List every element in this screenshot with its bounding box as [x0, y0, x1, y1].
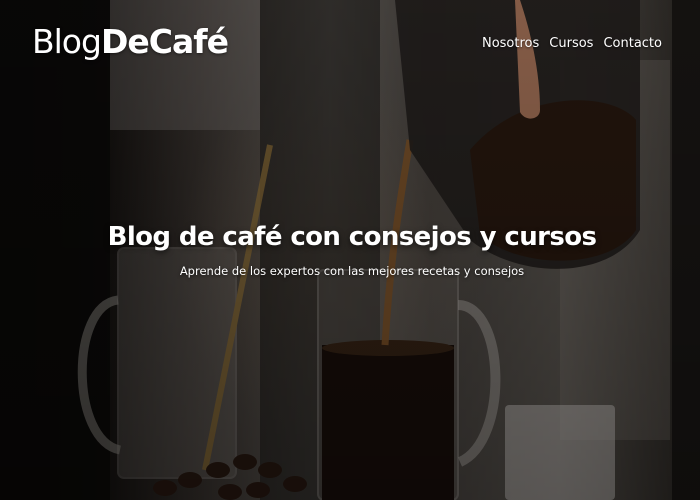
hero-section: BlogDeCafé Nosotros Cursos Contacto Blog… — [0, 0, 700, 500]
hero-title: Blog de café con consejos y cursos — [107, 222, 597, 252]
main-nav: Nosotros Cursos Contacto — [482, 22, 662, 51]
logo-prefix: Blog — [32, 22, 102, 61]
hero-subtitle: Aprende de los expertos con las mejores … — [179, 264, 525, 278]
nav-link-nosotros[interactable]: Nosotros — [482, 36, 539, 51]
hero-content: Blog de café con consejos y cursos Apren… — [0, 222, 700, 278]
navbar: BlogDeCafé Nosotros Cursos Contacto — [0, 0, 700, 90]
logo-bold: DeCafé — [100, 22, 229, 61]
nav-link-contacto[interactable]: Contacto — [603, 36, 662, 51]
nav-link-cursos[interactable]: Cursos — [549, 36, 593, 51]
site-logo[interactable]: BlogDeCafé — [32, 22, 229, 61]
